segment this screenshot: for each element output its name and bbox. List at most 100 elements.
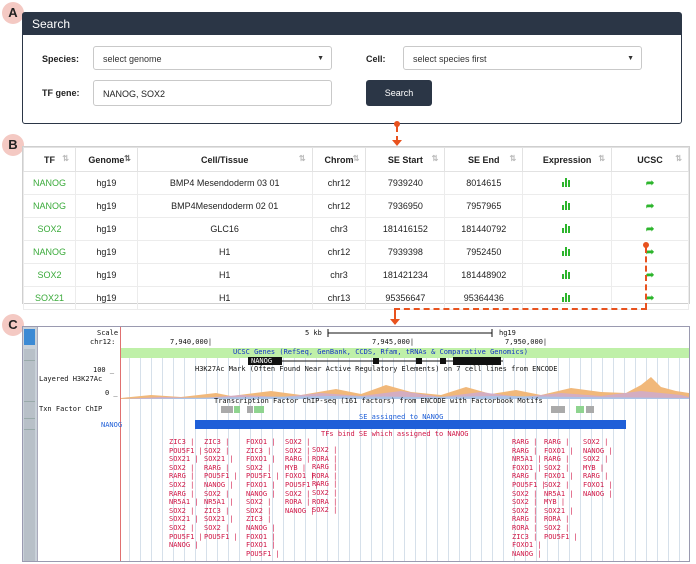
tfbs-label[interactable]: NR5A1 | [544, 490, 574, 498]
cell-expression[interactable] [522, 194, 613, 218]
track-handle[interactable] [24, 402, 35, 419]
tfbs-label[interactable]: RARG | [544, 438, 569, 446]
species-select[interactable]: select genome ▼ [93, 46, 332, 70]
tfbs-label[interactable]: FOXO1 | [246, 455, 276, 463]
tfbs-label[interactable]: RARG | [512, 515, 537, 523]
tfbs-label[interactable]: RARG | [512, 447, 537, 455]
tfbs-label[interactable]: NANOG | [285, 507, 315, 515]
tfbs-label[interactable]: SOX21 | [544, 507, 574, 515]
column-header-tf[interactable]: TF ⇅ [23, 147, 76, 172]
tfbs-label[interactable]: RARG | [512, 472, 537, 480]
track-sidebar[interactable] [23, 327, 38, 561]
tfbs-label[interactable]: NR5A1 | [512, 455, 542, 463]
cell-tf[interactable]: NANOG [23, 171, 76, 195]
tfbs-label[interactable]: RARG | [169, 472, 194, 480]
cell-expression[interactable] [522, 240, 613, 264]
tfbs-label[interactable]: POU5F1 | [169, 533, 203, 541]
arrow-icon[interactable]: ➦ [646, 293, 654, 304]
column-header-chrom[interactable]: Chrom ⇅ [311, 147, 367, 172]
cell-expression[interactable] [522, 286, 613, 310]
bar-chart-icon[interactable] [562, 223, 572, 233]
tfbs-label[interactable]: FOXO1 | [246, 533, 276, 541]
tfbs-label[interactable]: RARG | [583, 472, 608, 480]
cell-ucsc[interactable]: ➦ [611, 240, 689, 264]
cell-tf[interactable]: SOX2 [23, 263, 76, 287]
tfbs-label[interactable]: RORA | [285, 498, 310, 506]
bar-chart-icon[interactable] [562, 292, 572, 302]
tfbs-label[interactable]: FOXO1 | [246, 541, 276, 549]
column-header-ucsc[interactable]: UCSC ⇅ [611, 147, 689, 172]
tfbs-label[interactable]: RARG | [204, 464, 229, 472]
tfbs-label[interactable]: SOX2 | [544, 524, 569, 532]
arrow-icon[interactable]: ➦ [646, 247, 654, 258]
cell-ucsc[interactable]: ➦ [611, 263, 689, 287]
search-button[interactable]: Search [366, 80, 432, 106]
column-header-se-end[interactable]: SE End ⇅ [444, 147, 524, 172]
tfbs-label[interactable]: NANOG | [583, 490, 613, 498]
tfbs-label[interactable]: SOX2 | [512, 498, 537, 506]
tfbs-label[interactable]: SOX2 | [169, 464, 194, 472]
tfbs-label[interactable]: ZIC3 | [169, 438, 194, 446]
tfbs-label[interactable]: SOX2 | [204, 524, 229, 532]
arrow-icon[interactable]: ➦ [646, 178, 654, 189]
track-handle[interactable] [24, 430, 35, 561]
tfbs-label[interactable]: SOX2 | [312, 446, 337, 454]
tfbs-label[interactable]: SOX21 | [204, 515, 234, 523]
se-bar[interactable] [195, 420, 626, 429]
cell-ucsc[interactable]: ➦ [611, 171, 689, 195]
tfbs-label[interactable]: POU5F1 | [544, 533, 578, 541]
column-header-genome[interactable]: Genome ⇅ [74, 147, 138, 172]
tfbs-label[interactable]: NANOG | [583, 447, 613, 455]
cell-expression[interactable] [522, 217, 613, 241]
tfbs-label[interactable]: SOX2 | [204, 447, 229, 455]
tfbs-label[interactable]: SOX2 | [312, 489, 337, 497]
tfbs-label[interactable]: FOXO1 | [583, 481, 613, 489]
arrow-icon[interactable]: ➦ [646, 224, 654, 235]
tfbs-label[interactable]: SOX2 | [285, 447, 310, 455]
tfbs-label[interactable]: SOX2 | [285, 438, 310, 446]
tfbs-label[interactable]: POU5F1 | [204, 533, 238, 541]
tfbs-label[interactable]: RORA | [312, 498, 337, 506]
tfbs-label[interactable]: RARG | [512, 438, 537, 446]
cell-tf[interactable]: NANOG [23, 194, 76, 218]
tfbs-label[interactable]: FOXO1 | [512, 541, 542, 549]
cell-tf[interactable]: SOX21 [23, 286, 76, 310]
tfbs-label[interactable]: POU5F1 | [169, 447, 203, 455]
tfbs-label[interactable]: FOXO1 | [512, 464, 542, 472]
cell-ucsc[interactable]: ➦ [611, 194, 689, 218]
tfbs-label[interactable]: SOX2 | [583, 438, 608, 446]
tfbs-label[interactable]: SOX2 | [312, 506, 337, 514]
track-handle-scale[interactable] [24, 329, 35, 345]
tfbs-label[interactable]: NR5A1 | [204, 498, 234, 506]
tfbs-label[interactable]: MYB | [285, 464, 306, 472]
tfbs-label[interactable]: ZIC3 | [204, 438, 229, 446]
tfbs-label[interactable]: ZIC3 | [246, 515, 271, 523]
tfbs-label[interactable]: RORA | [312, 455, 337, 463]
tfbs-label[interactable]: NR5A1 | [169, 498, 199, 506]
tfbs-label[interactable]: SOX21 | [169, 515, 199, 523]
tf-gene-input[interactable]: NANOG, SOX2 [93, 80, 332, 106]
arrow-icon[interactable]: ➦ [646, 201, 654, 212]
tfbs-label[interactable]: NANOG | [512, 550, 542, 558]
tfbs-label[interactable]: SOX2 | [246, 498, 271, 506]
tfbs-label[interactable]: ZIC3 | [246, 447, 271, 455]
tfbs-label[interactable]: RARG | [312, 480, 337, 488]
tfbs-label[interactable]: FOXO1 | [285, 472, 315, 480]
tfbs-label[interactable]: POU5F1 | [246, 472, 280, 480]
tfbs-label[interactable]: SOX2 | [204, 490, 229, 498]
tfbs-label[interactable]: NANOG | [169, 541, 199, 549]
bar-chart-icon[interactable] [562, 177, 572, 187]
cell-expression[interactable] [522, 263, 613, 287]
tfbs-label[interactable]: RORA | [512, 524, 537, 532]
tfbs-label[interactable]: SOX2 | [169, 507, 194, 515]
cell-tf[interactable]: NANOG [23, 240, 76, 264]
tfbs-label[interactable]: FOXO1 | [246, 438, 276, 446]
column-header-cell[interactable]: Cell/Tissue ⇅ [136, 147, 313, 172]
tfbs-label[interactable]: SOX2 | [246, 507, 271, 515]
cell-select[interactable]: select species first ▼ [403, 46, 642, 70]
bar-chart-icon[interactable] [562, 200, 572, 210]
tfbs-label[interactable]: POU5F1 | [204, 472, 238, 480]
cell-tf[interactable]: SOX2 [23, 217, 76, 241]
tfbs-label[interactable]: SOX2 | [246, 464, 271, 472]
cell-expression[interactable] [522, 171, 613, 195]
